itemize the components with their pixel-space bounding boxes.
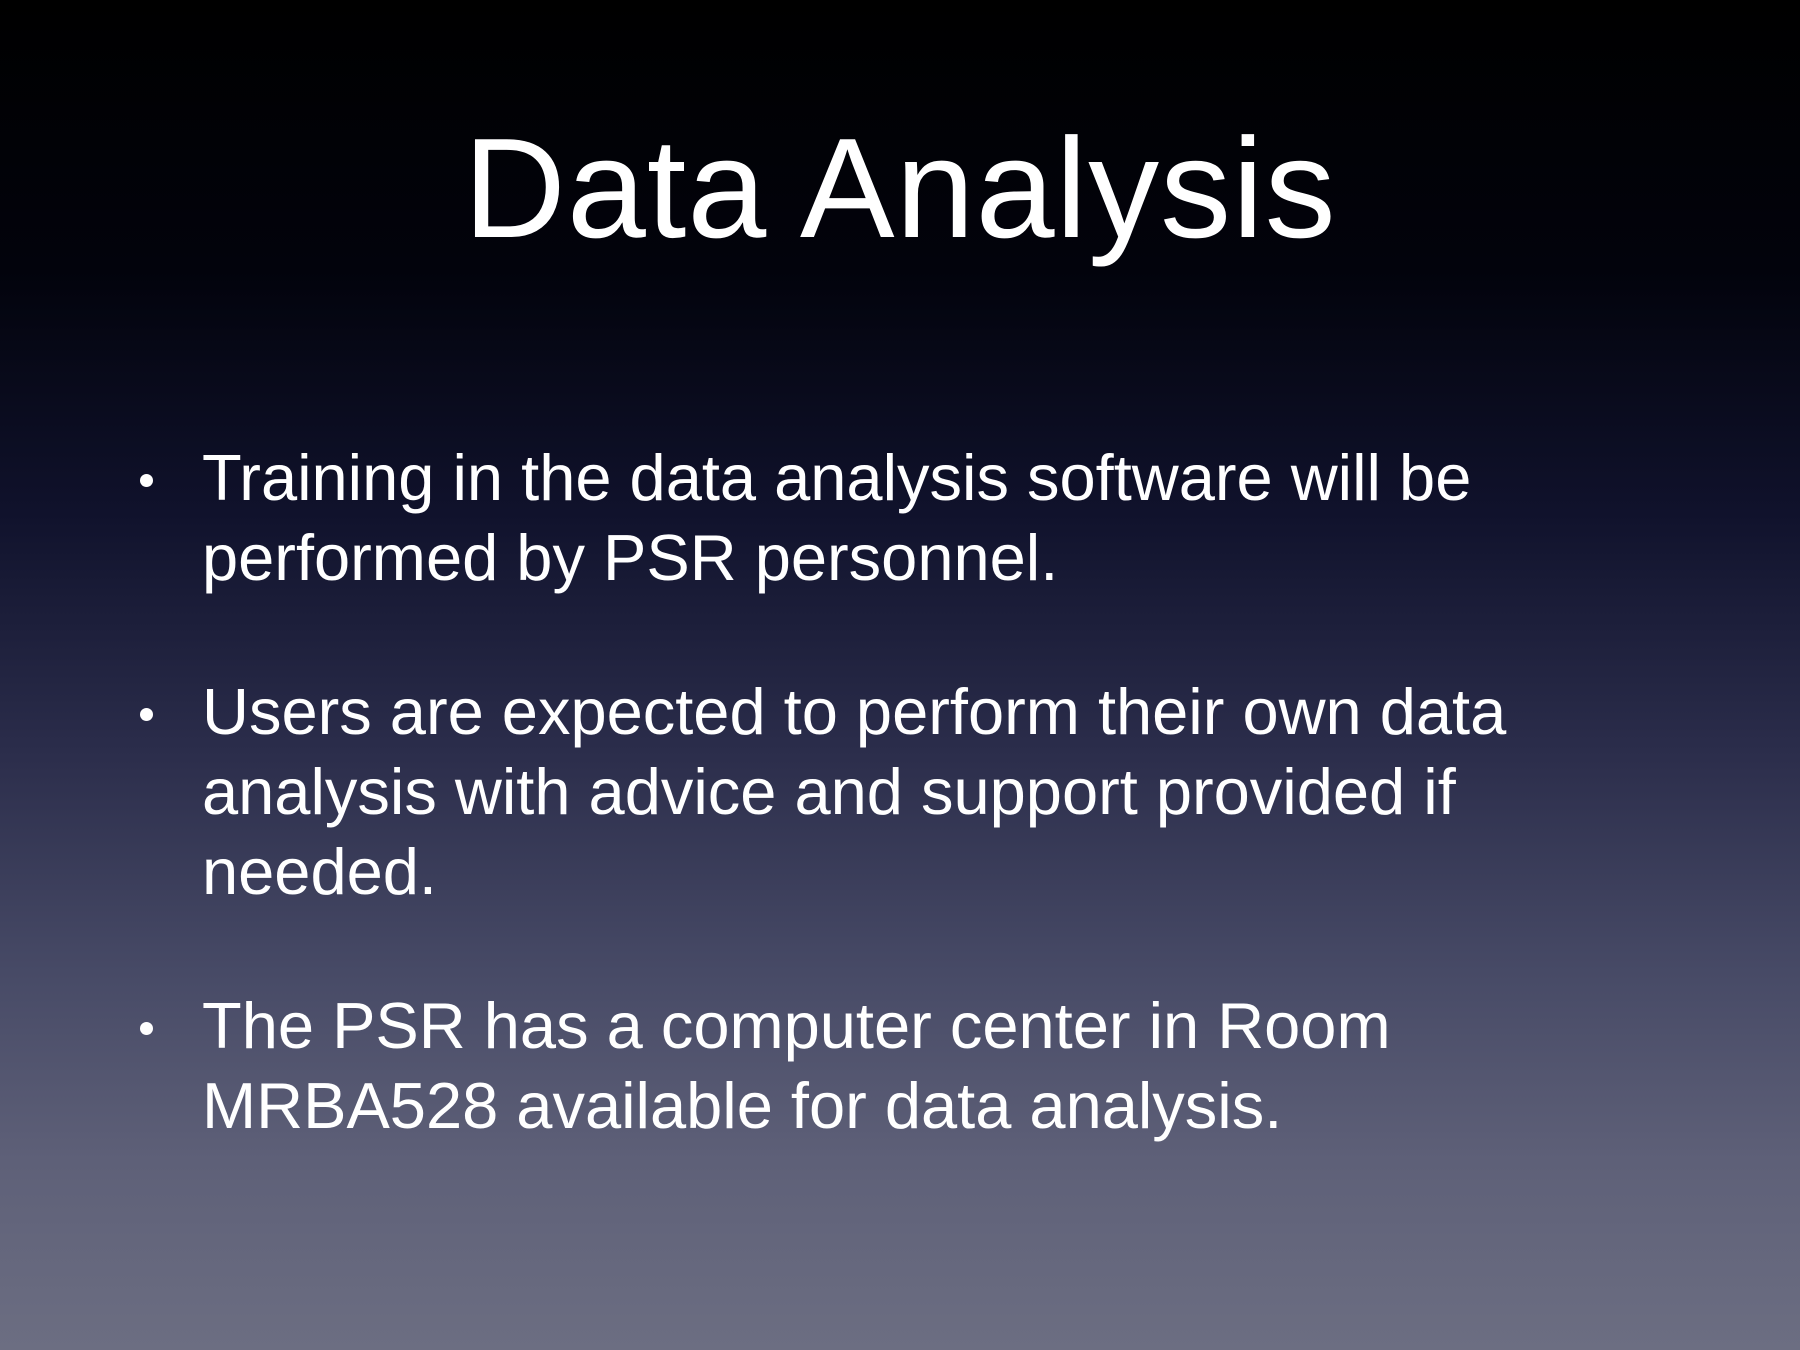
bullet-text-line: The PSR has a computer center in Room — [202, 989, 1391, 1062]
bullet-text-line: Training in the data analysis software w… — [202, 441, 1472, 514]
bullet-dot-icon — [140, 474, 153, 487]
slide: Data Analysis Training in the data analy… — [0, 0, 1800, 1350]
slide-title: Data Analysis — [463, 109, 1337, 268]
bullet-item: The PSR has a computer center in Room MR… — [130, 986, 1670, 1146]
bullet-item: Training in the data analysis software w… — [130, 438, 1670, 598]
bullet-list: Training in the data analysis software w… — [130, 438, 1670, 1220]
bullet-item: Users are expected to perform their own … — [130, 672, 1670, 912]
bullet-text-line: analysis with advice and support provide… — [202, 755, 1456, 828]
bullet-text-line: needed. — [202, 835, 437, 908]
bullet-text-line: performed by PSR personnel. — [202, 521, 1059, 594]
bullet-dot-icon — [140, 1022, 153, 1035]
bullet-text-line: Users are expected to perform their own … — [202, 675, 1507, 748]
bullet-text-line: MRBA528 available for data analysis. — [202, 1069, 1283, 1142]
bullet-dot-icon — [140, 708, 153, 721]
